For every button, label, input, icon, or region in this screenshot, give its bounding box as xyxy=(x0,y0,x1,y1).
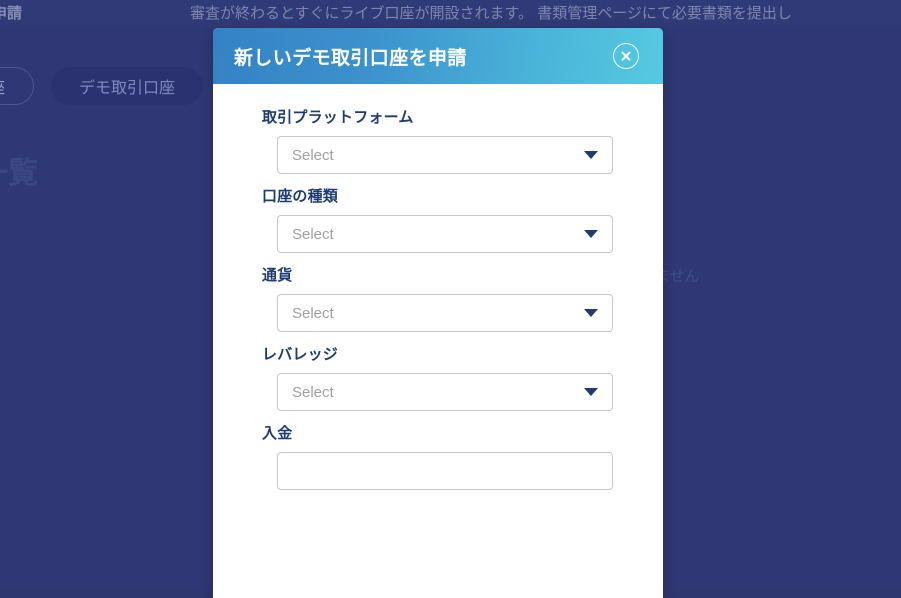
tab-demo-account[interactable]: デモ取引口座 xyxy=(51,67,204,105)
field-label-leverage: レバレッジ xyxy=(262,346,339,363)
banner-message: 審査が終わるとすぐにライブ口座が開設されます。 書類管理ページにて必要書類を提出… xyxy=(190,5,792,22)
tab-live-account[interactable]: 引口座 xyxy=(0,67,35,105)
field-label-trading-platform: 取引プラットフォーム xyxy=(262,109,414,126)
banner-left-label: 申請 xyxy=(0,5,23,22)
select-leverage-value: Select xyxy=(292,383,334,401)
select-trading-platform[interactable]: Select xyxy=(277,136,613,174)
select-currency[interactable]: Select xyxy=(277,294,613,332)
modal-title: 新しいデモ取引口座を申請 xyxy=(234,47,467,69)
modal-body: 取引プラットフォーム Select 口座の種類 Select 通貨 Select… xyxy=(213,84,663,598)
field-trading-platform: 取引プラットフォーム Select xyxy=(262,106,627,174)
select-currency-value: Select xyxy=(292,304,334,322)
account-type-tabs: 引口座 デモ取引口座 xyxy=(0,67,204,105)
control-wrap-leverage: Select xyxy=(262,373,627,411)
control-wrap-currency: Select xyxy=(262,294,627,332)
field-label-currency: 通貨 xyxy=(262,267,293,284)
close-icon[interactable] xyxy=(613,43,639,69)
field-deposit: 入金 xyxy=(262,422,627,490)
select-account-type[interactable]: Select xyxy=(277,215,613,253)
field-leverage: レバレッジ Select xyxy=(262,343,627,411)
deposit-input[interactable] xyxy=(277,452,613,490)
select-trading-platform-value: Select xyxy=(292,146,334,164)
field-label-account-type: 口座の種類 xyxy=(262,188,339,205)
select-leverage[interactable]: Select xyxy=(277,373,613,411)
select-account-type-value: Select xyxy=(292,225,334,243)
chevron-down-icon xyxy=(584,388,598,396)
chevron-down-icon xyxy=(584,309,598,317)
page-title: 座一覧 xyxy=(0,157,38,190)
field-currency: 通貨 Select xyxy=(262,264,627,332)
new-demo-account-modal: 新しいデモ取引口座を申請 取引プラットフォーム Select 口座の種類 Sel… xyxy=(213,28,663,598)
chevron-down-icon xyxy=(584,151,598,159)
field-label-deposit: 入金 xyxy=(262,425,293,442)
control-wrap-trading-platform: Select xyxy=(262,136,627,174)
control-wrap-account-type: Select xyxy=(262,215,627,253)
modal-header: 新しいデモ取引口座を申請 xyxy=(213,28,663,84)
field-account-type: 口座の種類 Select xyxy=(262,185,627,253)
chevron-down-icon xyxy=(584,230,598,238)
notification-banner: 申請 審査が終わるとすぐにライブ口座が開設されます。 書類管理ページにて必要書類… xyxy=(0,0,901,27)
control-wrap-deposit xyxy=(262,452,627,490)
